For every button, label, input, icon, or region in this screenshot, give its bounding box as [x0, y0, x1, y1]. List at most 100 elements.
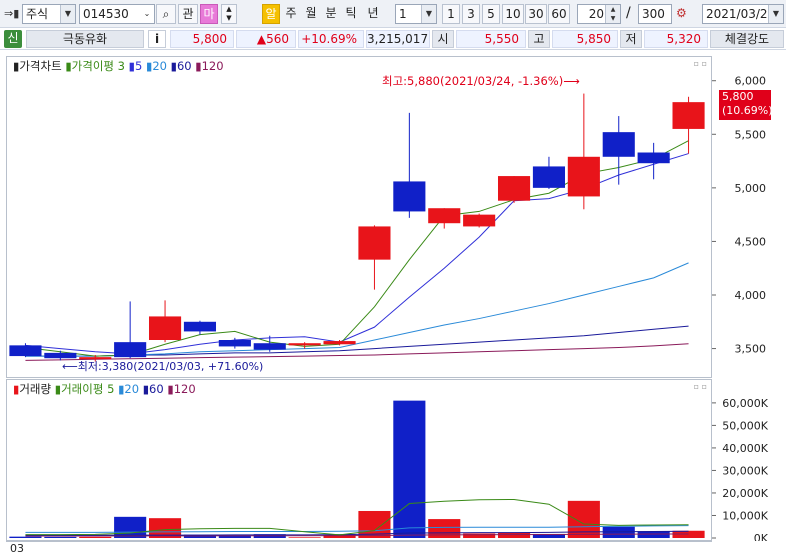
candle-body [358, 226, 391, 260]
y-tick-label: 3,500 [735, 343, 767, 356]
candle-body [323, 341, 356, 345]
volume-bar [288, 537, 321, 538]
stock-code-input[interactable]: 014530 ⌄ [79, 4, 155, 24]
candle [602, 116, 635, 185]
watchlist-button[interactable]: 관 [178, 4, 198, 24]
period-week[interactable]: 주 [282, 4, 300, 24]
y-tick-label: 40,000K [722, 442, 768, 455]
candle-body [288, 343, 321, 346]
candle-body [567, 156, 600, 197]
stock-name[interactable]: 극동유화 [26, 30, 144, 48]
period-tick[interactable]: 틱 [342, 4, 360, 24]
y-tick-label: 4,000 [735, 289, 767, 302]
date-select[interactable]: 2021/03/29 ▼ [702, 4, 784, 24]
spinner-icon: ▲ ▼ [605, 5, 620, 23]
alarm-button[interactable]: 알 [262, 4, 280, 24]
candle-body [532, 166, 566, 188]
count-separator: / [626, 5, 631, 21]
search-button[interactable]: ⌕ [156, 4, 176, 24]
candle [497, 176, 531, 203]
candle-body [218, 340, 251, 347]
high-value: 5,850 [552, 30, 618, 48]
current-price: 5,800 [170, 30, 234, 48]
candle-body [497, 176, 531, 201]
volume-bar [497, 532, 531, 538]
period-month[interactable]: 월 [302, 4, 320, 24]
volume-bar [44, 536, 77, 538]
total-input[interactable]: 300 [638, 4, 672, 24]
low-label: 저 [620, 30, 642, 48]
high-annotation: 최고:5,880(2021/03/24, -1.36%)⟶ [382, 74, 580, 88]
chevron-down-icon: ▼ [226, 14, 232, 22]
volume-bar [79, 536, 112, 538]
interval-30[interactable]: 30 [525, 4, 547, 24]
quote-bar: 신 극동유화 i 5,800 ▲560 +10.69% 3,215,017 시 … [0, 28, 786, 50]
price-chart[interactable]: 6,000 5,500 5,000 4,500 4,000 3,500 [0, 56, 786, 378]
strength-button[interactable]: 체결강도 [710, 30, 784, 48]
open-label: 시 [432, 30, 454, 48]
interval-select[interactable]: 1 ▼ [395, 4, 437, 24]
candle [532, 156, 566, 189]
y-tick-label: 4,500 [735, 235, 767, 248]
price-ma20-line [25, 262, 689, 357]
low-value: 5,320 [644, 30, 708, 48]
chevron-down-icon: ▼ [60, 5, 75, 23]
chevron-up-icon: ▲ [226, 5, 232, 13]
volume-bar [393, 400, 426, 538]
candle-body [253, 343, 286, 350]
count-input[interactable]: 20 ▲ ▼ [577, 4, 621, 24]
candle [637, 142, 670, 180]
volume-bar [602, 526, 635, 538]
menu-arrow-icon[interactable]: ⇒▮ [4, 7, 19, 20]
interval-1[interactable]: 1 [442, 4, 460, 24]
interval-10[interactable]: 10 [502, 4, 524, 24]
interval-5[interactable]: 5 [482, 4, 500, 24]
candle [358, 225, 391, 290]
candle [288, 342, 321, 349]
candle-body [9, 345, 42, 357]
candle-body [393, 181, 426, 212]
price-change: ▲560 [236, 30, 296, 48]
info-icon[interactable]: i [148, 30, 166, 48]
volume-bar [9, 536, 42, 538]
settings-icon[interactable]: ⚙ [676, 6, 687, 20]
period-minute[interactable]: 분 [322, 4, 340, 24]
search-icon: ⌕ [162, 7, 170, 21]
y-tick-label: 30,000K [722, 464, 768, 477]
volume-chart[interactable]: 60,000K 50,000K 40,000K 30,000K 20,000K 10,00… [0, 379, 786, 541]
current-price-tag: 5,800 (10.69%) [719, 90, 773, 120]
chevron-down-icon: ▼ [768, 5, 783, 23]
candle-body [148, 316, 182, 340]
candle-body [602, 132, 635, 157]
ma-button[interactable]: 마 [200, 4, 218, 24]
open-value: 5,550 [456, 30, 526, 48]
credit-badge: 신 [4, 30, 22, 48]
volume-bar [637, 531, 670, 538]
y-tick-label: 60,000K [722, 397, 768, 410]
candle-body [637, 152, 670, 164]
y-tick-label: 6,000 [735, 75, 767, 88]
interval-60[interactable]: 60 [548, 4, 570, 24]
stepper-button[interactable]: ▲ ▼ [221, 4, 237, 24]
y-tick-label: 5,500 [735, 128, 767, 141]
y-tick-label: 5,000 [735, 182, 767, 195]
candle-body [463, 214, 496, 227]
volume-value: 3,215,017 [366, 30, 430, 48]
period-year[interactable]: 년 [362, 4, 384, 24]
toolbar: ⇒▮ 주식 ▼ 014530 ⌄ ⌕ 관 마 ▲ ▼ 알 주 월 분 틱 년 1 … [0, 0, 786, 28]
candle [672, 96, 705, 154]
y-tick-label: 0K [754, 532, 769, 541]
x-axis-label: 03 [10, 542, 24, 555]
y-tick-label: 20,000K [722, 487, 768, 500]
candle [114, 301, 147, 359]
candle-body [428, 208, 461, 224]
interval-3[interactable]: 3 [462, 4, 480, 24]
market-select[interactable]: 주식 ▼ [22, 4, 76, 24]
high-label: 고 [528, 30, 550, 48]
candle-body [114, 342, 147, 358]
candle [428, 208, 461, 229]
candle [393, 112, 426, 218]
chevron-down-icon: ⌄ [140, 5, 154, 23]
candle [148, 300, 182, 343]
candle [9, 343, 42, 358]
